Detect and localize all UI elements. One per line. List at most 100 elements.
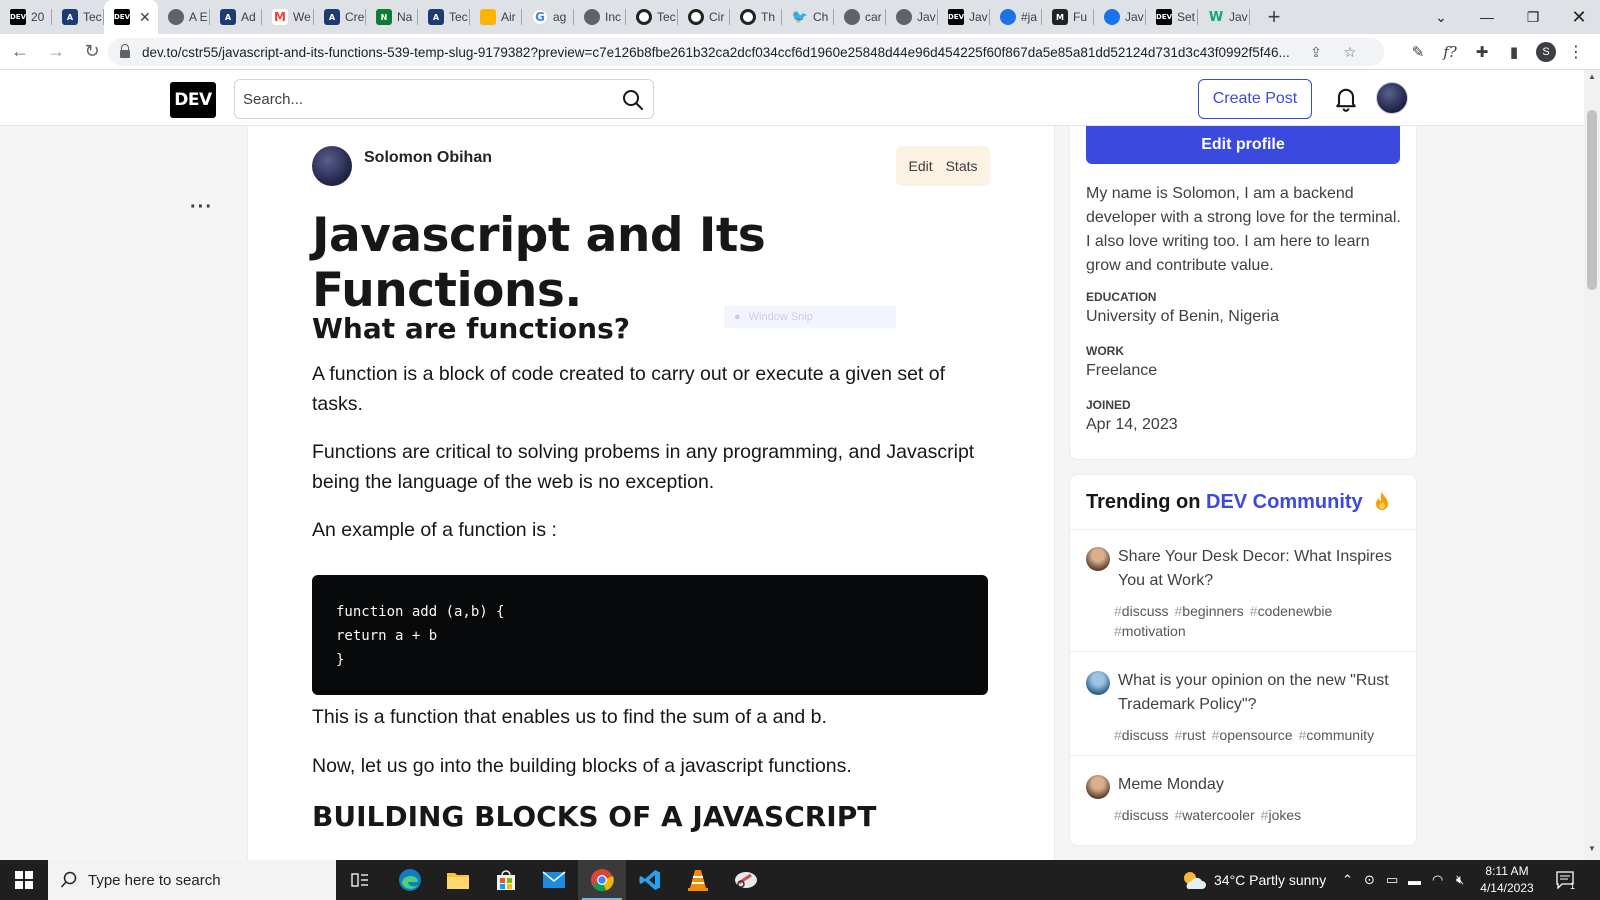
edit-button[interactable]: Edit (908, 158, 932, 174)
vlc-icon[interactable] (674, 860, 722, 900)
edge-browser-icon[interactable] (386, 860, 434, 900)
browser-tab[interactable]: A Tec (52, 0, 104, 34)
back-icon[interactable]: ← (4, 36, 36, 68)
extensions-puzzle-icon[interactable]: ✚ (1468, 36, 1496, 68)
search-icon[interactable] (621, 88, 645, 112)
scroll-down-icon[interactable]: ▼ (1584, 844, 1600, 858)
browser-menu-icon[interactable]: ⋮ (1562, 36, 1590, 68)
show-hidden-icons-icon[interactable]: ⌃ (1342, 860, 1353, 900)
bookmark-star-icon[interactable]: ☆ (1338, 38, 1362, 66)
create-post-button[interactable]: Create Post (1198, 79, 1312, 119)
browser-tab[interactable]: A E (158, 0, 210, 34)
browser-tab[interactable]: DEV Jav (938, 0, 990, 34)
microsoft-store-icon[interactable] (482, 860, 530, 900)
trending-author-avatar[interactable] (1086, 775, 1110, 799)
tag-link[interactable]: #motivation (1114, 621, 1186, 641)
share-icon[interactable]: ⇪ (1304, 38, 1328, 66)
snipping-tool-icon[interactable] (722, 860, 770, 900)
mail-icon[interactable] (530, 860, 578, 900)
browser-tab[interactable]: car (834, 0, 886, 34)
browser-tab[interactable]: Tec (626, 0, 678, 34)
author-avatar[interactable] (312, 146, 352, 186)
tag-text: discuss (1121, 603, 1169, 619)
browser-tab[interactable]: Air (470, 0, 522, 34)
paragraph-example-intro: An example of a function is : (312, 519, 557, 541)
minimize-icon[interactable]: — (1464, 0, 1510, 34)
browser-tab[interactable]: M We (262, 0, 314, 34)
system-clock[interactable]: 8:11 AM 4/14/2023 (1472, 863, 1542, 897)
edit-profile-button[interactable]: Edit profile (1086, 126, 1400, 164)
address-bar[interactable]: dev.to/cstr55/javascript-and-its-functio… (108, 38, 1384, 66)
browser-tab[interactable]: Th (730, 0, 782, 34)
browser-tab[interactable]: W Jav (1198, 0, 1250, 34)
restore-icon[interactable]: ❐ (1510, 0, 1556, 34)
user-avatar[interactable] (1376, 82, 1408, 114)
tag-link[interactable]: #rust (1174, 725, 1205, 745)
close-window-icon[interactable]: ✕ (1556, 0, 1600, 34)
windows-start-icon[interactable] (0, 860, 48, 900)
chrome-icon[interactable] (578, 860, 626, 900)
profile-icon[interactable]: S (1532, 36, 1560, 68)
vscode-icon[interactable] (626, 860, 674, 900)
tag-link[interactable]: #opensource (1212, 725, 1293, 745)
reload-icon[interactable]: ↻ (76, 36, 108, 68)
browser-tab[interactable]: #ja (990, 0, 1042, 34)
wifi-icon[interactable]: ◠ (1432, 860, 1443, 900)
search-box[interactable] (234, 79, 654, 119)
battery-icon[interactable]: ▬ (1408, 860, 1421, 900)
taskbar-search[interactable]: Type here to search (48, 860, 336, 900)
trending-author-avatar[interactable] (1086, 547, 1110, 571)
file-explorer-icon[interactable] (434, 860, 482, 900)
eyedropper-icon[interactable]: ✎ (1404, 36, 1432, 68)
search-input[interactable] (235, 80, 595, 118)
display-icon[interactable]: ▭ (1386, 860, 1398, 900)
tag-link[interactable]: #community (1299, 725, 1374, 745)
close-tab-icon[interactable]: ✕ (139, 9, 151, 26)
browser-tab[interactable]: Jav (1094, 0, 1146, 34)
trending-title[interactable]: Share Your Desk Decor: What Inspires You… (1118, 545, 1408, 593)
trending-title[interactable]: What is your opinion on the new "Rust Tr… (1118, 669, 1408, 717)
trending-author-avatar[interactable] (1086, 671, 1110, 695)
browser-tab[interactable]: DEV 20 (0, 0, 52, 34)
browser-tab[interactable]: A Ad (210, 0, 262, 34)
browser-tab[interactable]: Inc (574, 0, 626, 34)
browser-tab[interactable]: DEV Set (1146, 0, 1198, 34)
browser-tab[interactable]: Cir (678, 0, 730, 34)
tag-link[interactable]: #codenewbie (1250, 601, 1333, 621)
forward-icon[interactable]: → (40, 36, 72, 68)
tag-text: community (1306, 727, 1375, 743)
browser-tab[interactable]: Jav (886, 0, 938, 34)
author-name[interactable]: Solomon Obihan (364, 149, 492, 167)
notification-center-icon[interactable]: 1 (1556, 860, 1575, 900)
browser-tab[interactable]: Gag (522, 0, 574, 34)
tag-link[interactable]: #discuss (1114, 725, 1168, 745)
extension-fx-icon[interactable]: f? (1436, 36, 1464, 68)
scroll-thumb[interactable] (1587, 110, 1597, 290)
tag-link[interactable]: #beginners (1174, 601, 1243, 621)
task-view-icon[interactable] (336, 860, 384, 900)
tag-link[interactable]: #watercooler (1174, 805, 1254, 825)
dev-logo[interactable]: DEV (170, 82, 216, 118)
browser-tab[interactable]: A Tec (418, 0, 470, 34)
side-panel-icon[interactable]: ▮ (1500, 36, 1528, 68)
weather-widget[interactable]: 34°C Partly sunny (1180, 860, 1326, 900)
scroll-up-icon[interactable]: ▲ (1584, 72, 1600, 86)
new-tab-icon[interactable]: + (1258, 4, 1290, 30)
browser-tab[interactable]: N Na (366, 0, 418, 34)
notification-bell-icon[interactable] (1332, 84, 1360, 112)
tab-search-icon[interactable]: ⌄ (1418, 0, 1464, 34)
browser-tab[interactable]: M Fu (1042, 0, 1094, 34)
tag-link[interactable]: #discuss (1114, 601, 1168, 621)
tag-link[interactable]: #jokes (1261, 805, 1301, 825)
browser-tab[interactable]: 🐦 Ch (782, 0, 834, 34)
browser-tab[interactable]: A Cre (314, 0, 366, 34)
trending-title[interactable]: Meme Monday (1118, 773, 1408, 797)
tag-link[interactable]: #discuss (1114, 805, 1168, 825)
page-scrollbar[interactable]: ▲ ▼ (1584, 70, 1600, 860)
meet-now-icon[interactable]: ⊙ (1364, 860, 1375, 900)
browser-tab[interactable]: DEV ✕ (104, 0, 158, 34)
dev-community-link[interactable]: DEV Community (1206, 491, 1363, 513)
volume-muted-icon[interactable]: 🔇︎ (1456, 860, 1464, 900)
stats-button[interactable]: Stats (946, 158, 978, 174)
more-options-icon[interactable]: ··· (190, 196, 213, 219)
